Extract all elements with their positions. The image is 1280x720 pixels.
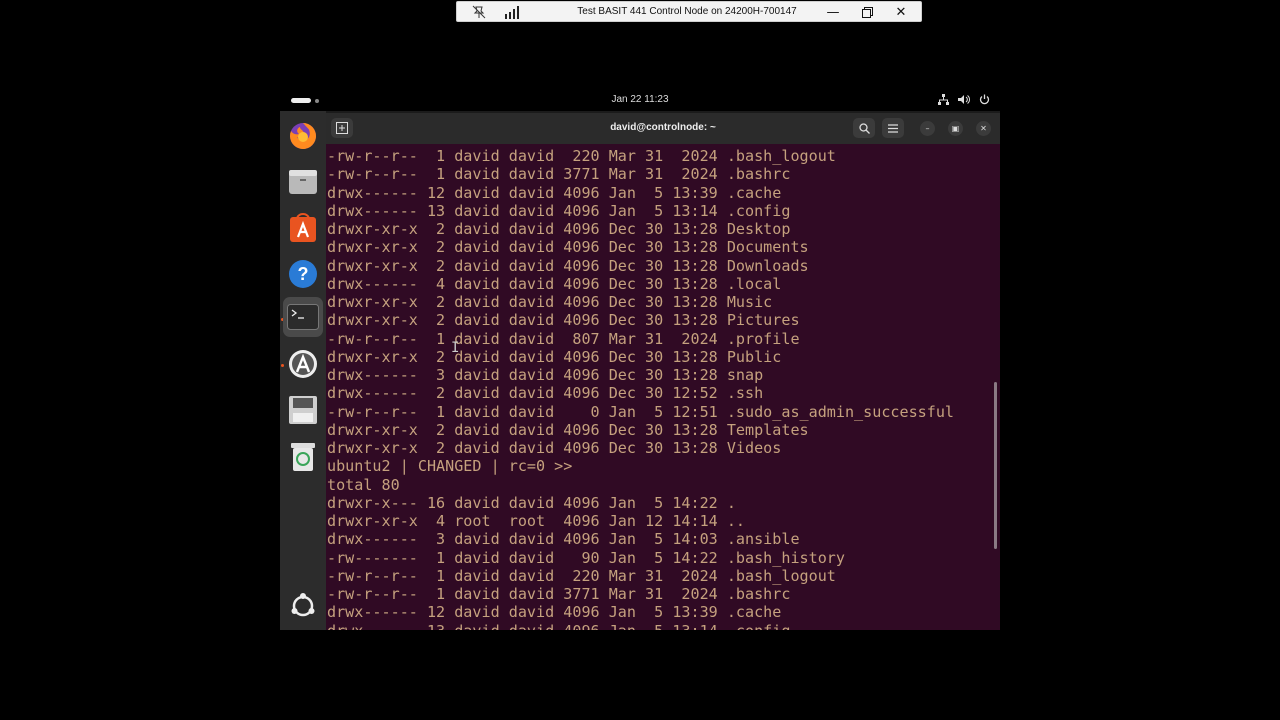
remote-session-title: Test BASIT 441 Control Node on 24200H-70… [577,6,797,17]
terminal-line: drwx------ 3 david david 4096 Dec 30 13:… [327,366,764,384]
terminal-line: drwx------ 2 david david 4096 Dec 30 12:… [327,384,764,403]
files-icon[interactable] [287,166,319,198]
terminal-line: total 80 [327,475,400,494]
volume-icon [958,94,970,108]
firefox-icon[interactable] [287,120,319,152]
terminal-line: drwxr-xr-x 2 david david 4096 Dec 30 13:… [327,256,809,275]
terminal-line: drwx------ 4 david david 4096 Dec 30 13:… [327,274,782,293]
terminal-scrollbar[interactable] [994,382,997,549]
terminal-line: -rw-r--r-- 1 david david 3771 Mar 31 202… [327,585,791,603]
pin-off-icon[interactable] [471,4,487,20]
close-icon[interactable]: ✕ [891,3,911,21]
terminal-line: drwxr-xr-x 2 david david 4096 Dec 30 13:… [327,347,782,366]
help-icon[interactable]: ? [287,258,319,290]
terminal-line: drwxr-xr-x 2 david david 4096 Dec 30 13:… [327,220,791,238]
terminal-line: drwxr-xr-x 2 david david 4096 Dec 30 13:… [327,311,800,330]
terminal-line: drwxr-xr-x 2 david david 4096 Dec 30 13:… [327,439,782,457]
terminal-line: -rw-r--r-- 1 david david 220 Mar 31 2024… [327,147,836,165]
show-apps-icon[interactable] [287,590,319,622]
terminal-line: drwx------ 12 david david 4096 Jan 5 13:… [327,603,782,622]
top-bar: Jan 22 11:23 [280,90,1000,111]
trash-icon[interactable] [287,440,319,472]
minimize-icon[interactable]: — [823,3,843,21]
software-updater-icon[interactable] [287,348,319,380]
terminal-line: -rw------- 1 david david 90 Jan 5 14:22 … [327,548,845,567]
window-minimize-icon[interactable]: – [920,121,935,136]
terminal-window[interactable]: david@controlnode: ~ – ▣ ✕ -rw-r--r-- 1 … [326,113,1000,630]
terminal-line: -rw-r--r-- 1 david david 807 Mar 31 2024… [327,329,800,348]
terminal-line: drwx------ 3 david david 4096 Jan 5 14:0… [327,530,800,549]
disk-writer-icon[interactable] [287,394,319,426]
terminal-icon[interactable] [283,297,323,337]
remote-session-bar: Test BASIT 441 Control Node on 24200H-70… [456,1,922,22]
dock: ? [280,111,326,630]
terminal-line: drwx------ 13 david david 4096 Jan 5 13:… [327,622,790,631]
terminal-line: drwxr-x--- 16 david david 4096 Jan 5 14:… [327,493,736,512]
system-tray[interactable] [938,94,990,108]
mouse-ibeam-cursor: I [451,340,460,356]
window-close-icon[interactable]: ✕ [976,121,991,136]
svg-text:?: ? [298,264,309,284]
window-maximize-icon[interactable]: ▣ [948,121,963,136]
terminal-line: ubuntu2 | CHANGED | rc=0 >> [327,457,573,476]
terminal-line: drwxr-xr-x 2 david david 4096 Dec 30 13:… [327,238,809,257]
terminal-line: drwxr-xr-x 4 root root 4096 Jan 12 14:14… [327,512,746,530]
terminal-output[interactable]: -rw-r--r-- 1 david david 220 Mar 31 2024… [326,144,1000,630]
network-icon [938,94,949,108]
terminal-line: drwx------ 13 david david 4096 Jan 5 13:… [327,201,791,220]
search-icon[interactable] [853,118,875,138]
hamburger-menu-icon[interactable] [882,118,904,138]
clock[interactable]: Jan 22 11:23 [280,94,1000,105]
terminal-lines: -rw-r--r-- 1 david david 220 Mar 31 2024… [327,147,954,630]
terminal-line: -rw-r--r-- 1 david david 3771 Mar 31 202… [327,165,791,184]
terminal-line: drwxr-xr-x 2 david david 4096 Dec 30 13:… [327,420,809,439]
power-icon [979,94,990,108]
signal-bars-icon[interactable] [505,4,521,20]
terminal-line: drwxr-xr-x 2 david david 4096 Dec 30 13:… [327,293,773,311]
app-center-icon[interactable] [287,212,319,244]
restore-icon[interactable] [857,3,877,21]
terminal-line: drwx------ 12 david david 4096 Jan 5 13:… [327,183,782,202]
terminal-line: -rw-r--r-- 1 david david 0 Jan 5 12:51 .… [327,402,955,421]
ubuntu-desktop: Jan 22 11:23 ? david@controlnode: ~ – ▣ … [280,90,1000,630]
terminal-headerbar: david@controlnode: ~ – ▣ ✕ [326,113,1000,144]
terminal-line: -rw-r--r-- 1 david david 220 Mar 31 2024… [327,566,836,585]
